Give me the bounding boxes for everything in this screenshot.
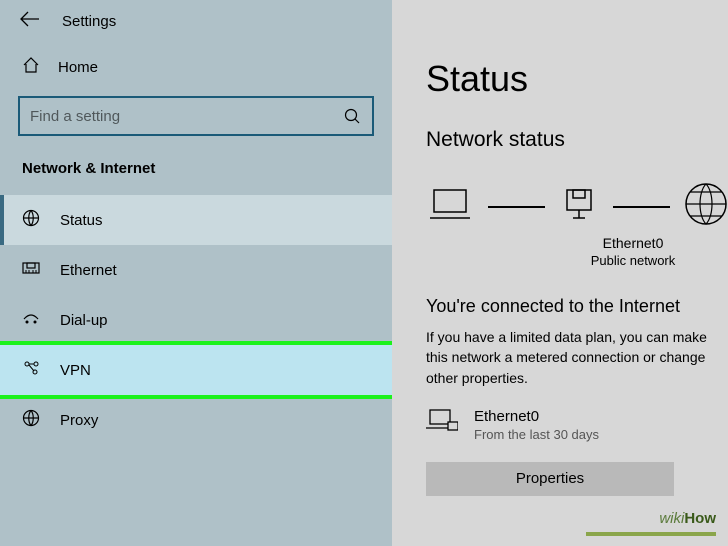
globe-icon <box>684 182 728 231</box>
watermark: wikiHow <box>659 510 716 528</box>
adapter-name: Ethernet0 <box>538 235 728 251</box>
search-container <box>18 96 374 136</box>
adapter-sub: From the last 30 days <box>474 427 599 442</box>
sidebar-item-label: Home <box>58 59 98 76</box>
network-diagram <box>426 182 728 231</box>
watermark-bar <box>586 532 716 536</box>
proxy-icon <box>22 409 40 431</box>
search-input[interactable] <box>18 96 374 136</box>
sidebar-item-ethernet[interactable]: Ethernet <box>0 245 392 295</box>
home-icon <box>22 56 40 78</box>
main-content: Status Network status Ethernet0 Public n… <box>392 0 728 546</box>
router-icon <box>559 184 599 229</box>
main-heading: Status <box>426 58 728 100</box>
sidebar-item-vpn[interactable]: VPN <box>0 345 392 395</box>
category-label: Network & Internet <box>0 150 392 195</box>
adapter-type: Public network <box>538 253 728 268</box>
connection-line <box>488 206 545 208</box>
ethernet-icon <box>22 261 40 279</box>
header: Settings <box>0 0 392 42</box>
connection-line <box>613 206 670 208</box>
adapter-label: Ethernet0 <box>474 408 599 425</box>
sidebar-item-proxy[interactable]: Proxy <box>0 395 392 445</box>
properties-button[interactable]: Properties <box>426 462 674 496</box>
vpn-icon <box>22 361 40 379</box>
sidebar-item-label: VPN <box>60 362 91 379</box>
network-status-heading: Network status <box>426 128 728 152</box>
settings-sidebar: Settings Home Network & Internet Status … <box>0 0 392 546</box>
sidebar-item-status[interactable]: Status <box>0 195 392 245</box>
sidebar-item-dialup[interactable]: Dial-up <box>0 295 392 345</box>
sidebar-item-home[interactable]: Home <box>0 42 392 92</box>
adapter-details: Ethernet0 From the last 30 days <box>474 408 599 442</box>
laptop-icon <box>426 186 474 227</box>
search-icon[interactable] <box>344 108 360 129</box>
adapter-info: Ethernet0 Public network <box>538 235 728 268</box>
sidebar-item-label: Proxy <box>60 412 98 429</box>
page-title: Settings <box>62 13 116 30</box>
dialup-icon <box>22 311 40 329</box>
sidebar-item-label: Dial-up <box>60 312 108 329</box>
connection-description: If you have a limited data plan, you can… <box>426 327 728 388</box>
ethernet-device-icon <box>426 408 458 442</box>
connection-status: You're connected to the Internet <box>426 296 728 317</box>
sidebar-item-label: Ethernet <box>60 262 117 279</box>
sidebar-item-label: Status <box>60 212 103 229</box>
status-icon <box>22 209 40 231</box>
back-icon[interactable] <box>20 11 40 32</box>
adapter-row: Ethernet0 From the last 30 days <box>426 408 728 442</box>
